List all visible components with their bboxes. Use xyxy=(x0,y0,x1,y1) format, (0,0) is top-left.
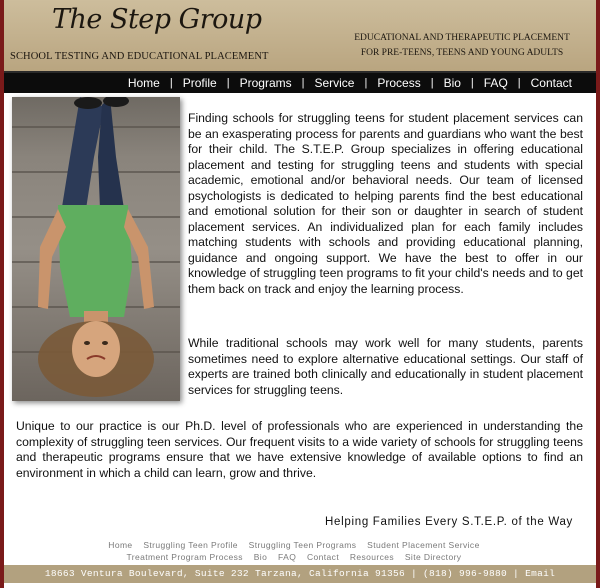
footer-phone: (818) 996-9880 xyxy=(423,568,508,579)
teen-photo xyxy=(12,97,180,401)
teen-photo-illustration xyxy=(12,97,180,397)
footer-links-row1: Home Struggling Teen Profile Struggling … xyxy=(74,539,514,551)
header-tagline-line1: EDUCATIONAL AND THERAPEUTIC PLACEMENT xyxy=(354,33,570,43)
footer-link-contact[interactable]: Contact xyxy=(307,552,339,562)
footer-link-site-directory[interactable]: Site Directory xyxy=(405,552,462,562)
footer-contact-bar: 18663 Ventura Boulevard, Suite 232 Tarza… xyxy=(4,565,596,583)
footer-link-struggling-teen-programs[interactable]: Struggling Teen Programs xyxy=(249,540,357,550)
intro-paragraph: Finding schools for struggling teens for… xyxy=(188,111,583,296)
footer-separator: | xyxy=(410,568,417,579)
nav-contact[interactable]: Contact xyxy=(521,76,582,90)
footer-link-faq[interactable]: FAQ xyxy=(278,552,296,562)
header-tagline-line2: FOR PRE-TEENS, TEENS AND YOUNG ADULTS xyxy=(360,48,564,58)
header-tagline: EDUCATIONAL AND THERAPEUTIC PLACEMENT FO… xyxy=(342,31,582,61)
footer-links-row2: Treatment Program Process Bio FAQ Contac… xyxy=(74,551,514,563)
footer-email-link[interactable]: Email xyxy=(525,568,555,579)
nav-profile[interactable]: Profile xyxy=(173,76,227,90)
logo-subtitle: SCHOOL TESTING AND EDUCATIONAL PLACEMENT xyxy=(10,51,269,62)
nav-faq[interactable]: FAQ xyxy=(474,76,518,90)
footer-link-bio[interactable]: Bio xyxy=(254,552,268,562)
alternative-settings-paragraph: While traditional schools may work well … xyxy=(188,336,583,397)
main-nav: Home | Profile | Programs | Service | Pr… xyxy=(4,71,596,93)
footer-link-struggling-teen-profile[interactable]: Struggling Teen Profile xyxy=(143,540,238,550)
unique-practice-paragraph: Unique to our practice is our Ph.D. leve… xyxy=(16,419,583,480)
footer-link-treatment-program-process[interactable]: Treatment Program Process xyxy=(127,552,243,562)
footer-separator: | xyxy=(513,568,520,579)
page: The Step Group SCHOOL TESTING AND EDUCAT… xyxy=(4,0,596,588)
nav-programs[interactable]: Programs xyxy=(230,76,302,90)
site-logo[interactable]: The Step Group xyxy=(52,4,262,35)
nav-bio[interactable]: Bio xyxy=(434,76,471,90)
footer-link-home[interactable]: Home xyxy=(108,540,132,550)
footer-links: Home Struggling Teen Profile Struggling … xyxy=(74,539,514,563)
nav-home[interactable]: Home xyxy=(118,76,170,90)
footer-address: 18663 Ventura Boulevard, Suite 232 Tarza… xyxy=(44,568,405,579)
footer-link-resources[interactable]: Resources xyxy=(350,552,394,562)
nav-process[interactable]: Process xyxy=(367,76,430,90)
nav-service[interactable]: Service xyxy=(304,76,364,90)
site-header: The Step Group SCHOOL TESTING AND EDUCAT… xyxy=(4,0,596,71)
footer-link-student-placement-service[interactable]: Student Placement Service xyxy=(367,540,480,550)
slogan: Helping Families Every S.T.E.P. of the W… xyxy=(325,516,573,528)
